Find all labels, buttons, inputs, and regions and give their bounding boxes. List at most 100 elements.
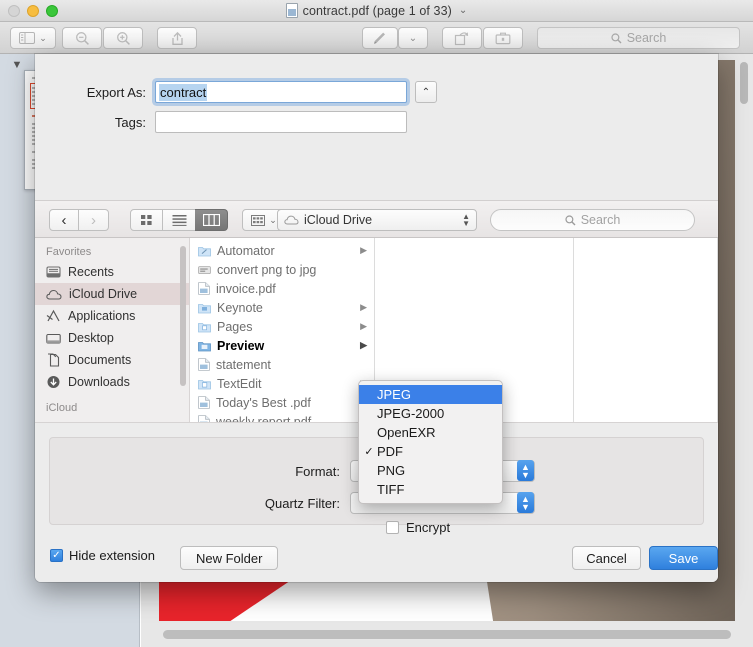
pdf-document-icon xyxy=(285,3,298,18)
list-item-label: TextEdit xyxy=(217,376,262,391)
menu-item-label: OpenEXR xyxy=(377,425,436,440)
disclosure-arrow-icon: ▶ xyxy=(360,340,367,350)
folder-keynote-icon xyxy=(198,303,211,313)
zoom-out-button[interactable] xyxy=(62,27,102,49)
quartz-popup-stepper-icon: ▲ ▼ xyxy=(517,492,534,513)
hide-extension-checkbox[interactable]: ✓ xyxy=(50,549,63,562)
sidebar-item-documents-label: Documents xyxy=(68,353,132,367)
list-view-icon xyxy=(172,215,186,226)
rotate-icon xyxy=(454,31,469,45)
format-popup-stepper-icon: ▲ ▼ xyxy=(517,460,534,481)
export-as-value: contract xyxy=(159,83,208,101)
forward-button[interactable]: › xyxy=(79,209,109,231)
page-title: contract.pdf (page 1 of 33) xyxy=(302,3,452,18)
favorites-sidebar: Favorites Recents iCloud Drive Applicati… xyxy=(35,238,190,422)
file-list-column: Automator ▶ convert png to jpg invoice.p… xyxy=(190,238,375,429)
markup-options-button[interactable]: ⌄ xyxy=(398,27,428,49)
recents-icon xyxy=(46,266,61,278)
menu-item-jpeg[interactable]: JPEG xyxy=(359,385,502,404)
sidebar-scrollbar[interactable] xyxy=(180,246,186,386)
tags-input[interactable] xyxy=(155,111,407,133)
sidebar-icon xyxy=(19,32,36,44)
format-dropdown-menu[interactable]: JPEG JPEG-2000 OpenEXR ✓ PDF PNG TIFF xyxy=(358,380,503,504)
expand-sheet-button[interactable]: ⌃ xyxy=(415,81,437,103)
share-button[interactable] xyxy=(157,27,197,49)
rotate-button[interactable] xyxy=(442,27,482,49)
desktop-icon xyxy=(46,333,61,343)
list-item[interactable]: Pages ▶ xyxy=(190,317,374,336)
file-browser-column-3[interactable] xyxy=(574,238,718,422)
zoom-in-button[interactable] xyxy=(103,27,143,49)
list-item-label: Today's Best .pdf xyxy=(216,395,311,410)
menu-item-openexr[interactable]: OpenEXR xyxy=(359,423,502,442)
menu-item-label: JPEG-2000 xyxy=(377,406,445,421)
menu-item-png[interactable]: PNG xyxy=(359,461,502,480)
pdf-icon xyxy=(198,358,210,371)
menu-item-tiff[interactable]: TIFF xyxy=(359,480,502,499)
markup-tool-button[interactable] xyxy=(362,27,398,49)
browser-search-field[interactable]: Search xyxy=(490,209,695,231)
menu-item-label: TIFF xyxy=(377,482,405,497)
list-item[interactable]: invoice.pdf xyxy=(190,279,374,298)
back-button[interactable]: ‹ xyxy=(49,209,79,231)
sidebar-toggle-button[interactable]: ⌄ xyxy=(10,27,56,49)
forward-chevron-icon: › xyxy=(91,211,96,229)
list-item[interactable]: Preview ▶ xyxy=(190,336,374,355)
sidebar-item-applications[interactable]: Applications xyxy=(35,305,189,327)
list-item-label: convert png to jpg xyxy=(217,262,317,277)
location-label: iCloud Drive xyxy=(304,213,373,227)
view-list-button[interactable] xyxy=(163,209,196,231)
menu-item-label: PNG xyxy=(377,463,406,478)
icon-view-icon xyxy=(141,215,152,225)
list-item[interactable]: statement xyxy=(190,355,374,374)
encrypt-checkbox-row[interactable]: Encrypt xyxy=(386,520,450,535)
horizontal-scrollbar[interactable] xyxy=(163,630,731,639)
sidebar-item-icloud-drive[interactable]: iCloud Drive xyxy=(35,283,189,305)
export-as-input[interactable]: contract xyxy=(155,81,407,103)
hide-extension-row[interactable]: ✓ Hide extension xyxy=(50,548,155,563)
sidebar-item-applications-label: Applications xyxy=(68,309,136,323)
cancel-button[interactable]: Cancel xyxy=(572,546,641,570)
markup-pen-icon xyxy=(374,32,385,44)
downloads-icon xyxy=(47,376,60,388)
sidebar-item-recents[interactable]: Recents xyxy=(35,261,189,283)
list-item[interactable]: convert png to jpg xyxy=(190,260,374,279)
sidebar-item-desktop-label: Desktop xyxy=(68,331,114,345)
toolbox-icon xyxy=(495,32,511,45)
menu-item-pdf[interactable]: ✓ PDF xyxy=(359,442,502,461)
toolbox-button[interactable] xyxy=(483,27,523,49)
preview-search-placeholder: Search xyxy=(626,31,667,45)
list-item-label: statement xyxy=(216,357,271,372)
pdf-icon xyxy=(198,396,210,409)
screenshot-root: contract.pdf (page 1 of 33) ⌄ ⌄ ⌄ Search… xyxy=(0,0,753,647)
location-stepper-icon: ▲ ▼ xyxy=(462,212,470,228)
folder-preview-icon xyxy=(198,341,211,351)
view-column-button[interactable] xyxy=(195,209,228,231)
view-icon-button[interactable] xyxy=(130,209,163,231)
search-icon xyxy=(565,214,576,225)
zoom-out-icon xyxy=(75,31,89,45)
list-item[interactable]: Today's Best .pdf xyxy=(190,393,374,412)
save-button[interactable]: Save xyxy=(649,546,718,570)
list-item-label: Pages xyxy=(217,319,253,334)
sidebar-item-icloud-drive-label: iCloud Drive xyxy=(69,287,138,301)
title-chevron-down-icon[interactable]: ⌄ xyxy=(459,5,467,16)
sidebar-item-downloads[interactable]: Downloads xyxy=(35,371,189,393)
cloud-icon xyxy=(284,215,299,225)
sidebar-chevron-down-icon: ⌄ xyxy=(39,32,47,43)
vertical-scrollbar[interactable] xyxy=(740,62,748,104)
list-item[interactable]: Keynote ▶ xyxy=(190,298,374,317)
cloud-icon xyxy=(46,289,62,300)
encrypt-checkbox[interactable] xyxy=(386,521,399,534)
list-item[interactable]: Automator ▶ xyxy=(190,241,374,260)
sidebar-item-documents[interactable]: Documents xyxy=(35,349,189,371)
preview-search-field[interactable]: Search xyxy=(537,27,740,49)
location-popup-button[interactable]: iCloud Drive ▲ ▼ xyxy=(277,209,477,231)
menu-item-jpeg-2000[interactable]: JPEG-2000 xyxy=(359,404,502,423)
pdf-icon xyxy=(198,282,210,295)
new-folder-button[interactable]: New Folder xyxy=(180,546,279,570)
sidebar-item-desktop[interactable]: Desktop xyxy=(35,327,189,349)
window-titlebar: contract.pdf (page 1 of 33) ⌄ xyxy=(0,0,753,22)
quartz-filter-label: Quartz Filter: xyxy=(264,496,340,511)
list-item[interactable]: TextEdit ▶ xyxy=(190,374,374,393)
